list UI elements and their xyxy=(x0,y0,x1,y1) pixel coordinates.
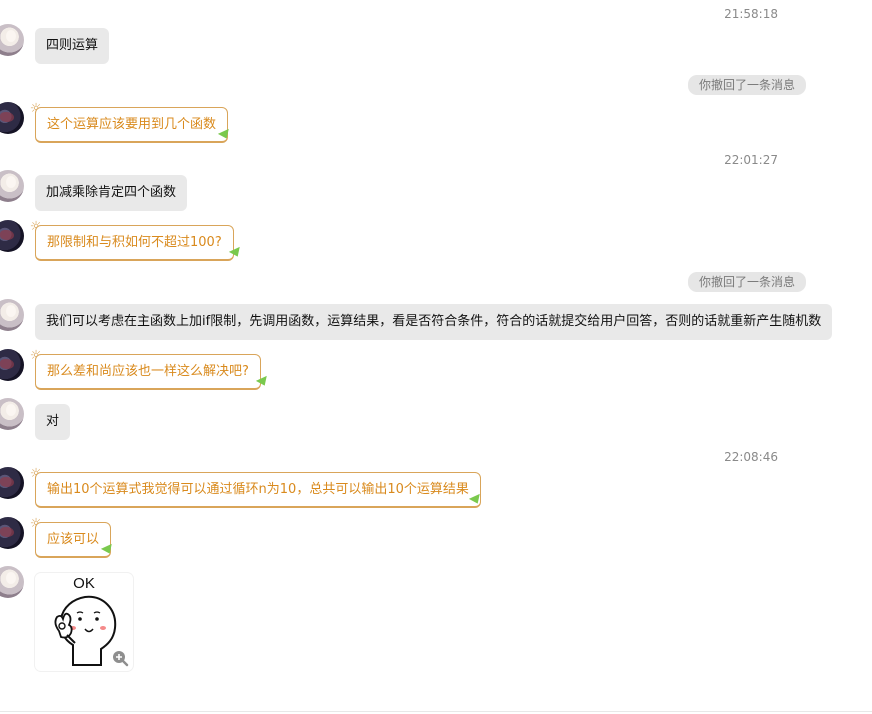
recall-notice: 你撤回了一条消息 xyxy=(687,272,806,292)
avatar[interactable] xyxy=(0,566,24,598)
zoom-in-icon[interactable] xyxy=(111,649,129,667)
timestamp: 22:08:46 xyxy=(724,450,778,464)
avatar[interactable] xyxy=(0,349,24,381)
avatar[interactable] xyxy=(0,299,24,331)
message-bubble[interactable]: 四则运算 xyxy=(35,28,110,64)
timestamp: 21:58:18 xyxy=(724,7,778,21)
message-bubble[interactable]: 输出10个运算式我觉得可以通过循环n为10，总共可以输出10个运算结果 xyxy=(35,472,481,508)
message-bubble[interactable]: 加减乘除肯定四个函数 xyxy=(35,175,188,211)
ok-sticker[interactable]: OK xyxy=(35,573,133,671)
sticker-caption: OK xyxy=(73,575,95,592)
avatar[interactable] xyxy=(0,24,24,56)
avatar[interactable] xyxy=(0,517,24,549)
timestamp: 22:01:27 xyxy=(724,153,778,167)
avatar[interactable] xyxy=(0,170,24,202)
divider xyxy=(0,711,872,712)
message-bubble[interactable]: 这个运算应该要用到几个函数 xyxy=(35,107,229,143)
message-bubble[interactable]: 应该可以 xyxy=(35,522,112,558)
message-bubble[interactable]: 对 xyxy=(35,404,71,440)
recall-notice: 你撤回了一条消息 xyxy=(687,75,806,95)
avatar[interactable] xyxy=(0,467,24,499)
avatar[interactable] xyxy=(0,220,24,252)
message-bubble[interactable]: 我们可以考虑在主函数上加if限制，先调用函数，运算结果，看是否符合条件，符合的话… xyxy=(35,304,833,340)
message-bubble[interactable]: 那限制和与积如何不超过100? xyxy=(35,225,234,261)
message-bubble[interactable]: 那么差和尚应该也一样这么解决吧? xyxy=(35,354,261,390)
avatar[interactable] xyxy=(0,102,24,134)
avatar[interactable] xyxy=(0,398,24,430)
